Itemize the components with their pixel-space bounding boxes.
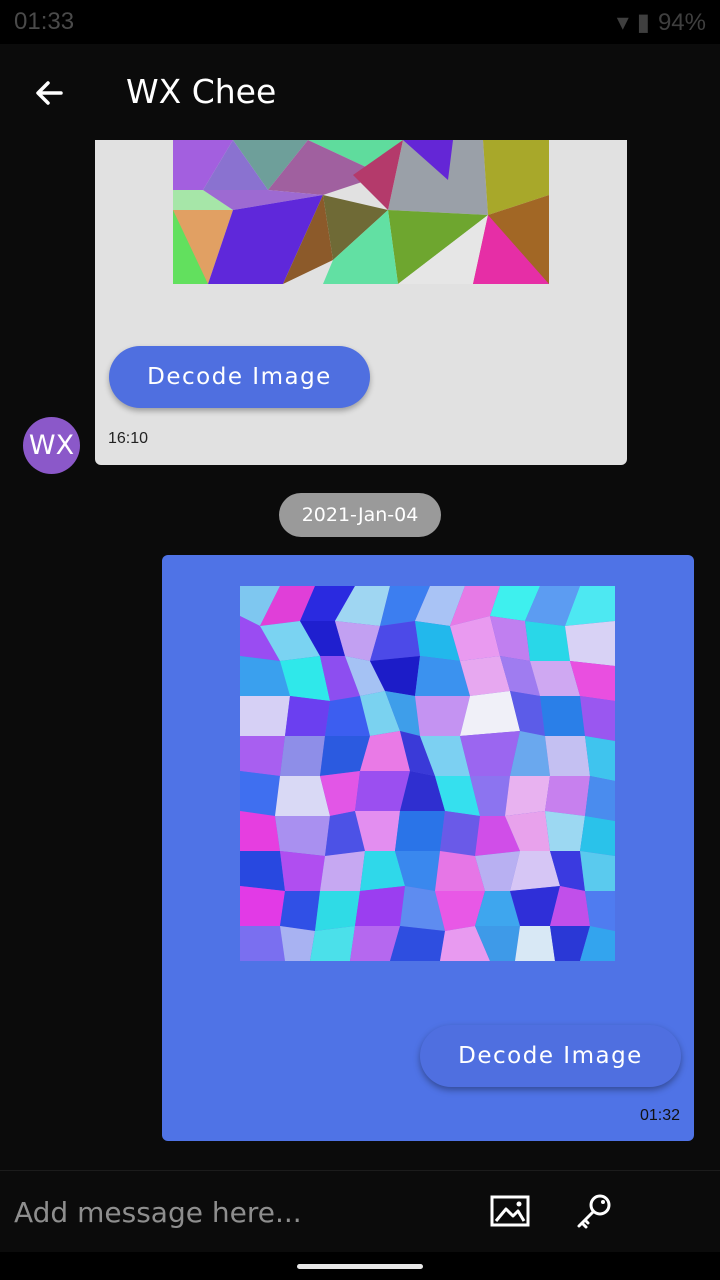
status-time: 01:33 bbox=[14, 8, 75, 35]
status-icons: ▾ ▮ 94% bbox=[617, 8, 706, 37]
decode-image-button[interactable]: Decode Image bbox=[109, 346, 370, 408]
decode-image-button[interactable]: Decode Image bbox=[420, 1025, 681, 1087]
key-icon bbox=[577, 1194, 611, 1229]
avatar[interactable]: WX bbox=[23, 417, 80, 474]
back-button[interactable] bbox=[26, 70, 72, 116]
system-nav-bar bbox=[0, 1252, 720, 1280]
message-time: 01:32 bbox=[640, 1107, 681, 1124]
arrow-left-icon bbox=[36, 81, 63, 105]
image-icon bbox=[490, 1195, 530, 1227]
incoming-image[interactable] bbox=[173, 140, 549, 284]
encryption-key-button[interactable] bbox=[574, 1191, 614, 1231]
date-separator: 2021-Jan-04 bbox=[279, 493, 441, 537]
signal-icon: ▮ bbox=[636, 9, 650, 36]
wifi-icon: ▾ bbox=[616, 9, 629, 36]
status-bar: 01:33 ▾ ▮ 94% bbox=[0, 0, 720, 44]
outgoing-image[interactable] bbox=[240, 586, 615, 961]
message-list[interactable]: Decode Image 16:10 WX 2021-Jan-04 Decode… bbox=[0, 140, 720, 1170]
message-composer bbox=[0, 1170, 720, 1252]
attach-image-button[interactable] bbox=[488, 1191, 532, 1231]
message-input[interactable] bbox=[14, 1187, 454, 1237]
message-time: 16:10 bbox=[108, 430, 149, 447]
outgoing-message: Decode Image 01:32 bbox=[162, 555, 694, 1141]
incoming-message: Decode Image 16:10 bbox=[95, 140, 627, 465]
app-bar: WX Chee bbox=[0, 44, 720, 140]
chat-title: WX Chee bbox=[126, 72, 277, 111]
home-indicator[interactable] bbox=[297, 1264, 423, 1269]
battery-level: 94% bbox=[657, 8, 706, 36]
